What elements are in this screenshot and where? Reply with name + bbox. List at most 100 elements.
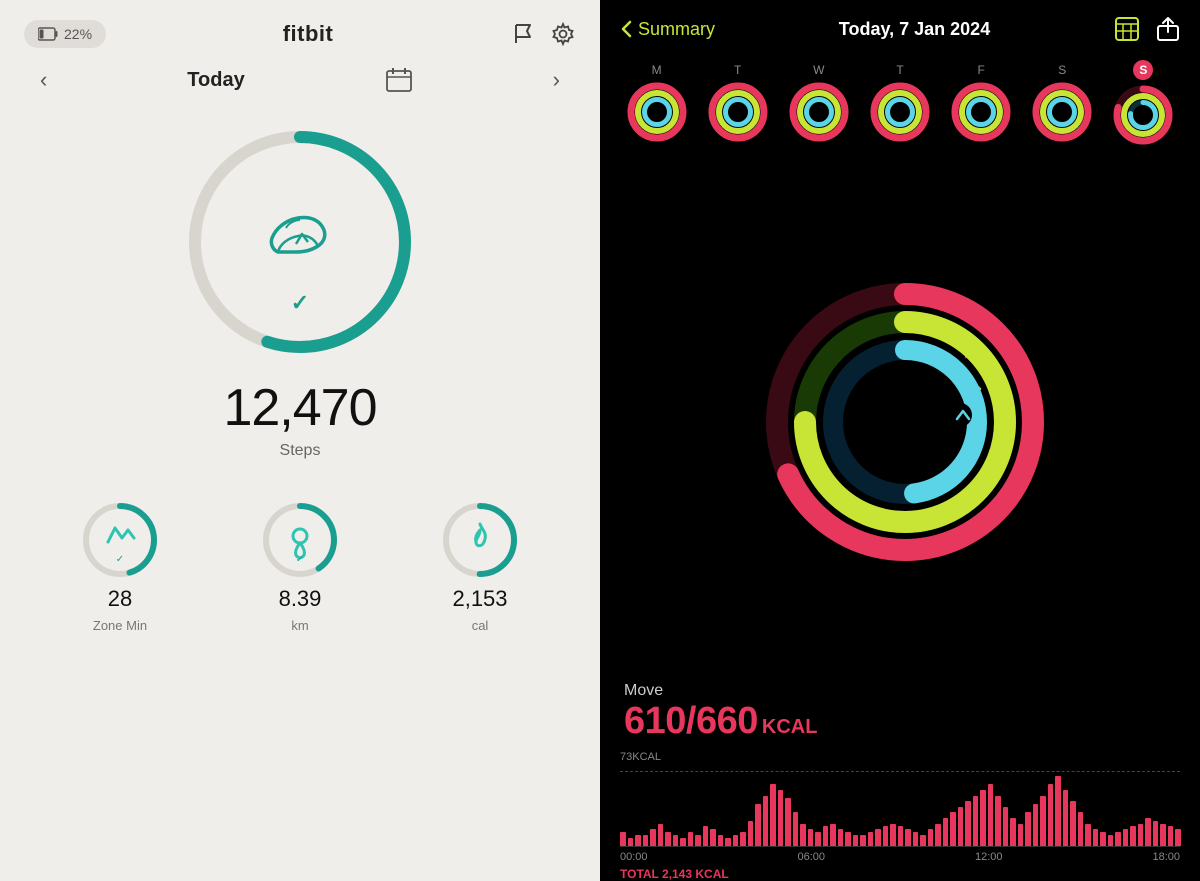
chart-bar: [815, 832, 821, 846]
zone-min-stat: ✓ 28 Zone Min: [80, 500, 160, 633]
chart-bar: [883, 826, 889, 846]
week-day-label-tue: T: [734, 63, 741, 77]
move-label: Move: [624, 682, 1176, 700]
move-stats: Move 610/660 KCAL: [600, 666, 1200, 743]
chart-bar: [928, 829, 934, 846]
day-ring-thu: [869, 81, 931, 143]
steps-ring-svg: ✓: [180, 122, 420, 362]
zone-min-ring: ✓: [80, 500, 160, 580]
chart-bar: [718, 835, 724, 846]
km-stat: ✓ 8.39 km: [260, 500, 340, 633]
chart-bar: [1055, 776, 1061, 846]
chart-bar: [755, 804, 761, 846]
fitbit-title: fitbit: [283, 21, 334, 47]
chart-bar: [1048, 784, 1054, 846]
week-day-label-fri: F: [977, 63, 984, 77]
fitness-panel: Summary Today, 7 Jan 2024 M: [600, 0, 1200, 881]
chart-bar: [943, 818, 949, 846]
cal-label: cal: [472, 618, 489, 633]
nav-row: ‹ Today ›: [0, 58, 600, 102]
steps-section: ✓ 12,470 Steps: [0, 122, 600, 460]
settings-icon[interactable]: [550, 21, 576, 47]
chart-bar: [1160, 824, 1166, 846]
chart-x-labels: 00:00 06:00 12:00 18:00: [620, 851, 1180, 863]
chart-x-2: 12:00: [975, 851, 1003, 863]
chart-bar: [830, 824, 836, 846]
next-arrow[interactable]: ›: [553, 67, 560, 93]
chart-bar: [935, 824, 941, 846]
week-row: M T W: [600, 52, 1200, 158]
chart-bar: [770, 784, 776, 846]
week-day-label-sat: S: [1058, 63, 1066, 77]
calendar-icon[interactable]: [385, 66, 413, 94]
day-ring-mon: [626, 81, 688, 143]
fitness-header-icons: [1114, 16, 1180, 42]
fitbit-panel: 22% fitbit ‹ Today ›: [0, 0, 600, 881]
chart-bar: [785, 798, 791, 846]
chevron-left-icon: [620, 19, 634, 39]
day-ring-sat: [1031, 81, 1093, 143]
chart-bar: [1018, 824, 1024, 846]
chart-bar: [1078, 812, 1084, 846]
chart-bar: [988, 784, 994, 846]
chart-bar: [1130, 826, 1136, 846]
week-day-tue[interactable]: T: [707, 63, 769, 143]
flag-icon[interactable]: [510, 21, 536, 47]
chart-bar: [1003, 807, 1009, 846]
week-day-sun[interactable]: S: [1112, 60, 1174, 146]
chart-bar: [620, 832, 626, 846]
chart-bar: [628, 838, 634, 846]
week-day-mon[interactable]: M: [626, 63, 688, 143]
back-label: Summary: [638, 19, 715, 40]
chart-bar: [965, 801, 971, 846]
chart-bar: [853, 835, 859, 846]
day-ring-sun: [1112, 84, 1174, 146]
chart-bar: [890, 824, 896, 846]
day-ring-fri: [950, 81, 1012, 143]
chart-total: TOTAL 2,143 KCAL: [620, 867, 1180, 881]
chart-bar: [733, 835, 739, 846]
svg-text:✓: ✓: [116, 554, 124, 565]
chart-x-1: 06:00: [797, 851, 825, 863]
chart-bar: [1138, 824, 1144, 846]
chart-bar: [725, 838, 731, 846]
chart-bar: [635, 835, 641, 846]
main-rings-container: [760, 277, 1040, 557]
battery-icon: [38, 26, 58, 42]
cal-stat: 2,153 cal: [440, 500, 520, 633]
week-day-wed[interactable]: W: [788, 63, 850, 143]
chart-bar: [763, 796, 769, 846]
chart-bar: [1070, 801, 1076, 846]
chart-x-3: 18:00: [1152, 851, 1180, 863]
week-day-label-mon: M: [652, 63, 662, 77]
calendar-grid-icon[interactable]: [1114, 16, 1140, 42]
week-day-fri[interactable]: F: [950, 63, 1012, 143]
chart-bar: [680, 838, 686, 846]
shoe-icon: [271, 218, 324, 253]
week-day-label-wed: W: [813, 63, 824, 77]
chart-bar: [1168, 826, 1174, 846]
km-ring: ✓: [260, 500, 340, 580]
prev-arrow[interactable]: ‹: [40, 67, 47, 93]
chart-bar: [868, 832, 874, 846]
mini-stats: ✓ 28 Zone Min ✓ 8.39 km: [0, 460, 600, 653]
chart-bar: [1025, 812, 1031, 846]
header-icons: [510, 21, 576, 47]
chart-bars: [620, 767, 1180, 847]
share-icon[interactable]: [1156, 16, 1180, 42]
chart-bar: [658, 824, 664, 846]
chart-bar: [793, 812, 799, 846]
week-day-sat[interactable]: S: [1031, 63, 1093, 143]
chart-bar: [898, 826, 904, 846]
chart-bar: [1100, 832, 1106, 846]
week-day-thu[interactable]: T: [869, 63, 931, 143]
chart-bar: [703, 826, 709, 846]
chart-section: 73KCAL 00:00 06:00 12:00 18:00 TOTAL 2,1…: [600, 743, 1200, 881]
back-button[interactable]: Summary: [620, 19, 715, 40]
chart-bar: [958, 807, 964, 846]
chart-bar: [800, 824, 806, 846]
chart-bar: [823, 826, 829, 846]
chart-bar: [950, 812, 956, 846]
chart-bar: [845, 832, 851, 846]
chart-bar: [1085, 824, 1091, 846]
